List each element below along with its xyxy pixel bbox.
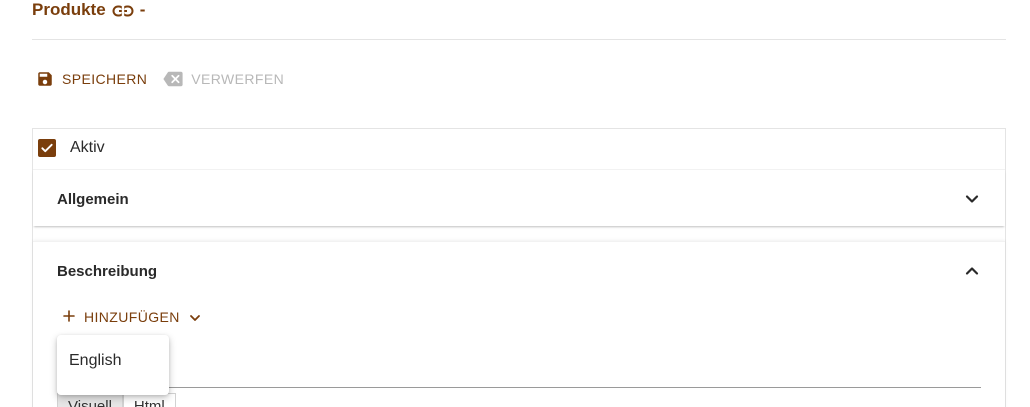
section-description: Beschreibung HINZUFÜGEN Visuell Html Eng…: [33, 241, 1005, 407]
section-general-header[interactable]: Allgemein: [57, 187, 979, 211]
chevron-down-icon: [965, 191, 979, 208]
tab-visual[interactable]: Visuell: [57, 393, 123, 407]
section-general: Allgemein: [33, 169, 1005, 226]
description-field-underline: [57, 387, 981, 388]
language-option-english[interactable]: English: [69, 352, 121, 370]
page-title-text: Produkte: [32, 0, 106, 19]
product-edit-page: Produkte - SPEICHERN VERWERFEN Aktiv All…: [0, 0, 1030, 407]
chevron-up-icon: [965, 263, 979, 280]
editor-mode-tabs: Visuell Html: [57, 393, 176, 407]
save-button[interactable]: SPEICHERN: [36, 70, 147, 88]
section-description-title: Beschreibung: [57, 262, 158, 280]
save-label: SPEICHERN: [62, 71, 148, 87]
add-language-label: HINZUFÜGEN: [84, 309, 180, 325]
active-checkbox[interactable]: [38, 139, 56, 157]
discard-label: VERWERFEN: [191, 71, 285, 87]
chevron-down-icon: [189, 309, 201, 325]
plus-icon: [63, 309, 75, 325]
page-title-suffix: -: [139, 0, 146, 19]
discard-button[interactable]: VERWERFEN: [163, 71, 284, 87]
add-language-button[interactable]: HINZUFÜGEN: [63, 306, 201, 328]
section-general-title: Allgemein: [57, 190, 129, 208]
toolbar: SPEICHERN VERWERFEN: [36, 68, 284, 90]
tab-html[interactable]: Html: [122, 393, 176, 407]
section-description-header[interactable]: Beschreibung: [57, 259, 979, 283]
active-checkbox-row[interactable]: Aktiv: [38, 137, 105, 159]
link-icon[interactable]: [112, 3, 134, 17]
language-dropdown-menu: English: [57, 335, 169, 395]
page-title: Produkte -: [32, 0, 145, 20]
product-form-card: Aktiv Allgemein Beschreibung HINZUFÜGEN …: [32, 128, 1006, 407]
save-icon: [36, 70, 54, 88]
active-checkbox-label: Aktiv: [70, 139, 105, 156]
backspace-icon: [163, 71, 183, 87]
page-header: Produkte -: [32, 0, 1006, 40]
